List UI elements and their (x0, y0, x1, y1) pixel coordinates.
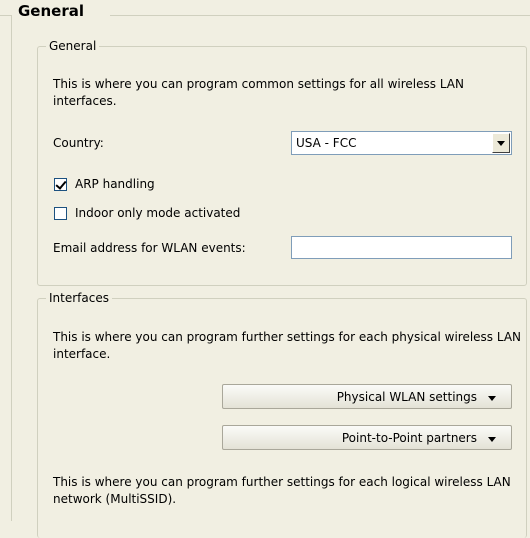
country-select[interactable]: USA - FCC (291, 131, 512, 155)
outer-frame-rule-right (110, 15, 530, 16)
arp-handling-checkbox[interactable] (54, 178, 67, 191)
country-label: Country: (53, 136, 104, 150)
interfaces-groupbox-title: Interfaces (46, 290, 112, 306)
interfaces-physical-description: This is where you can program further se… (53, 330, 522, 361)
outer-frame-left-edge (11, 15, 12, 521)
point-to-point-partners-button[interactable]: Point-to-Point partners (222, 425, 512, 450)
chevron-down-icon (488, 437, 496, 442)
physical-wlan-settings-button[interactable]: Physical WLAN settings (222, 384, 512, 409)
physical-wlan-settings-label: Physical WLAN settings (336, 390, 477, 404)
page-title: General (16, 1, 86, 21)
country-select-value: USA - FCC (296, 136, 357, 150)
email-field[interactable] (291, 236, 512, 259)
indoor-only-label: Indoor only mode activated (75, 206, 241, 220)
arp-handling-label: ARP handling (75, 177, 155, 191)
general-description: This is where you can program common set… (53, 77, 464, 108)
point-to-point-partners-label: Point-to-Point partners (341, 431, 477, 445)
chevron-down-icon (488, 396, 496, 401)
email-label: Email address for WLAN events: (53, 241, 246, 255)
general-groupbox-title: General (46, 38, 100, 54)
indoor-only-checkbox[interactable] (54, 207, 67, 220)
chevron-down-icon[interactable] (492, 133, 510, 153)
interfaces-logical-description: This is where you can program further se… (53, 475, 511, 506)
